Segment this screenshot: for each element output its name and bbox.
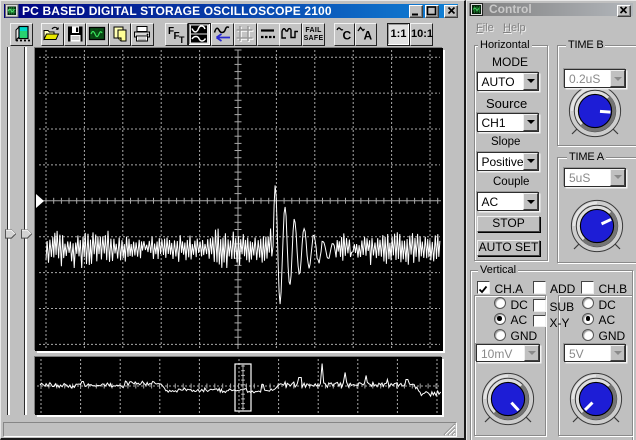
svg-text:A: A bbox=[364, 29, 373, 43]
svg-text:C: C bbox=[342, 29, 351, 43]
svg-text:T: T bbox=[179, 35, 185, 45]
